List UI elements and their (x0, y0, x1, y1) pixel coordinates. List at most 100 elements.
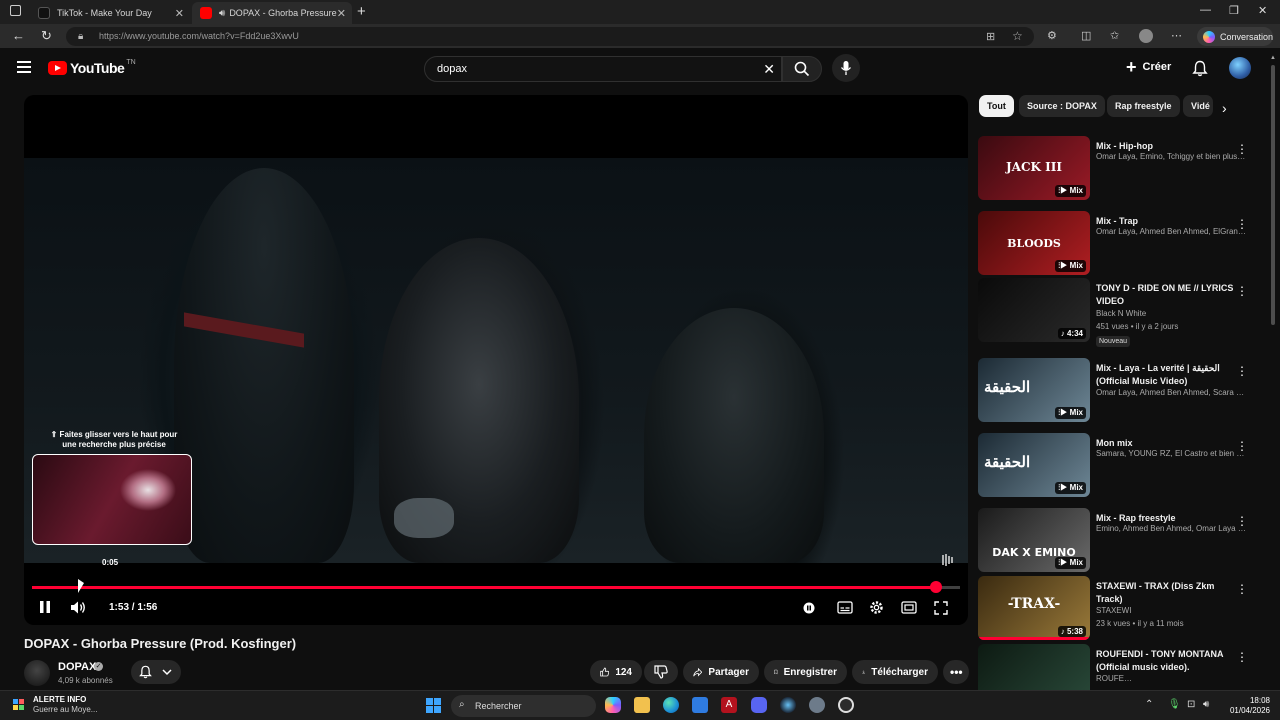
video-title[interactable]: Mix - Laya - La verité | الحقيقة (Offici… (1096, 362, 1236, 388)
download-button[interactable]: Télécharger (852, 660, 938, 684)
more-icon[interactable]: ⋯ (1171, 29, 1182, 42)
more-vertical-icon[interactable]: ⋮ (1236, 650, 1248, 664)
list-item[interactable]: ROUFENDI - TONY MONTANA (Official music … (978, 644, 1256, 690)
account-avatar[interactable] (1229, 57, 1251, 79)
file-explorer-icon[interactable] (634, 697, 650, 713)
chevron-up-icon[interactable]: ⌃ (1145, 699, 1153, 710)
menu-icon[interactable] (17, 61, 31, 73)
microphone-icon[interactable]: 🎙︎ (1168, 699, 1181, 710)
theater-mode-icon[interactable] (901, 601, 917, 614)
split-screen-icon[interactable]: ◫ (1081, 29, 1091, 42)
edge-browser-icon[interactable] (663, 697, 679, 713)
taskbar-search[interactable]: ⌕ Rechercher (451, 695, 596, 717)
search-input[interactable]: dopax ✕ (424, 56, 782, 82)
app-icon[interactable]: ⊞ (986, 30, 995, 43)
scroll-up-icon[interactable]: ▲ (1270, 55, 1276, 61)
app-icon[interactable] (838, 697, 854, 713)
close-icon[interactable]: ✕ (337, 7, 346, 20)
more-vertical-icon[interactable]: ⋮ (1236, 284, 1248, 298)
news-alert-icon[interactable] (12, 697, 26, 711)
create-button[interactable]: + Créer (1126, 58, 1171, 76)
settings-icon[interactable] (809, 697, 825, 713)
tab-youtube[interactable]: 🔊︎ DOPAX - Ghorba Pressure (P ✕ (192, 2, 352, 24)
more-vertical-icon[interactable]: ⋮ (1236, 217, 1248, 231)
more-vertical-icon[interactable]: ⋮ (1236, 364, 1248, 378)
more-vertical-icon[interactable]: ⋮ (1236, 142, 1248, 156)
more-vertical-icon[interactable]: ⋮ (1236, 582, 1248, 596)
list-item[interactable]: الحقيقة ⫶▶ Mix Mon mix Samara, YOUNG RZ, … (978, 433, 1256, 501)
scrollbar-thumb[interactable] (1271, 65, 1275, 325)
clear-search-icon[interactable]: ✕ (763, 61, 775, 78)
notifications-button[interactable] (1192, 60, 1208, 82)
page-scrollbar[interactable]: ▲ (1270, 55, 1276, 685)
video-title[interactable]: ROUFENDI - TONY MONTANA (Official music … (1096, 648, 1236, 674)
minimize-icon[interactable]: — (1200, 4, 1211, 16)
chip-source-dopax[interactable]: Source : DOPAX (1019, 95, 1105, 117)
volume-icon[interactable]: 🔊︎ (1203, 699, 1209, 710)
speaker-icon[interactable]: 🔊︎ (219, 8, 225, 19)
channel-watermark-icon[interactable] (940, 553, 954, 567)
settings-gear-icon[interactable] (869, 600, 884, 615)
more-vertical-icon[interactable]: ⋮ (1236, 439, 1248, 453)
windows-start-icon[interactable] (426, 698, 441, 713)
copilot-taskbar-icon[interactable] (605, 697, 621, 713)
steam-icon[interactable] (780, 697, 796, 713)
chip-videos[interactable]: Vidé (1183, 95, 1213, 117)
scrub-handle[interactable] (929, 581, 942, 593)
profile-icon[interactable] (1139, 29, 1153, 43)
refresh-icon[interactable]: ↻ (41, 28, 52, 44)
voice-search-button[interactable] (832, 54, 860, 82)
video-thumbnail[interactable]: الحقيقة ⫶▶ Mix (978, 358, 1090, 422)
channel-name[interactable]: DOPAX (58, 661, 96, 673)
video-thumbnail[interactable] (978, 644, 1090, 690)
taskbar-clock[interactable]: 18:08 01/04/2026 (1224, 696, 1270, 716)
youtube-logo[interactable]: YouTube TN (48, 59, 136, 76)
news-widget[interactable]: ALERTE INFO Guerre au Moye... (33, 695, 97, 715)
close-window-icon[interactable]: ✕ (1258, 4, 1267, 17)
list-item[interactable]: الحقيقة ⫶▶ Mix Mix - Laya - La verité | ا… (978, 358, 1256, 426)
back-icon[interactable]: ← (12, 28, 25, 43)
video-thumbnail[interactable]: -TRAX- ♪ 5:38 (978, 576, 1090, 640)
chip-all[interactable]: Tout (979, 95, 1014, 117)
progress-bar[interactable] (32, 581, 960, 593)
channel-avatar[interactable] (24, 660, 50, 686)
favorites-icon[interactable]: ✩ (1110, 29, 1119, 42)
maximize-icon[interactable]: ❐ (1229, 4, 1239, 17)
pause-icon[interactable] (39, 600, 51, 614)
favorite-star-icon[interactable]: ☆ (1012, 29, 1023, 43)
list-item[interactable]: JACK III ⫶▶ Mix Mix - Hip-hop Omar Laya, … (978, 136, 1256, 204)
more-vertical-icon[interactable]: ⋮ (1236, 514, 1248, 528)
chip-rap-freestyle[interactable]: Rap freestyle (1107, 95, 1180, 117)
new-tab-button[interactable]: + (357, 3, 366, 20)
share-button[interactable]: Partager (683, 660, 759, 684)
video-thumbnail[interactable]: DAK X EMINO ⫶▶ Mix (978, 508, 1090, 572)
subscription-bell-button[interactable] (131, 660, 181, 684)
list-item[interactable]: BLOODS ⫶▶ Mix Mix - Trap Omar Laya, Ahmed… (978, 211, 1256, 279)
fullscreen-icon[interactable] (934, 601, 948, 615)
video-title[interactable]: STAXEWI - TRAX (Diss Zkm Track) (1096, 580, 1236, 606)
store-icon[interactable] (692, 697, 708, 713)
video-thumbnail[interactable]: ♪ 4:34 (978, 278, 1090, 342)
volume-icon[interactable] (70, 600, 88, 615)
like-button[interactable]: 124 (590, 660, 642, 684)
extensions-icon[interactable]: ⚙ (1047, 29, 1057, 42)
network-icon[interactable]: ⊡ (1187, 699, 1195, 710)
more-actions-button[interactable]: ••• (943, 660, 969, 684)
tab-actions-icon[interactable] (10, 5, 21, 16)
video-thumbnail[interactable]: BLOODS ⫶▶ Mix (978, 211, 1090, 275)
discord-icon[interactable] (751, 697, 767, 713)
search-button[interactable] (782, 56, 822, 82)
video-thumbnail[interactable]: JACK III ⫶▶ Mix (978, 136, 1090, 200)
close-icon[interactable]: ✕ (175, 7, 184, 20)
copilot-button[interactable]: Conversation (1197, 27, 1273, 46)
list-item[interactable]: DAK X EMINO ⫶▶ Mix Mix - Rap freestyle Em… (978, 508, 1256, 576)
acrobat-icon[interactable]: A (721, 697, 737, 713)
save-button[interactable]: Enregistrer (764, 660, 847, 684)
video-thumbnail[interactable]: الحقيقة ⫶▶ Mix (978, 433, 1090, 497)
chevron-right-icon[interactable]: › (1222, 100, 1227, 116)
url-field[interactable]: 🔒︎ https://www.youtube.com/watch?v=Fdd2u… (66, 27, 1034, 46)
tab-tiktok[interactable]: TikTok - Make Your Day ✕ (30, 2, 190, 24)
list-item[interactable]: -TRAX- ♪ 5:38 STAXEWI - TRAX (Diss Zkm Tr… (978, 576, 1256, 644)
subtitles-icon[interactable] (837, 601, 853, 614)
dislike-button[interactable] (644, 660, 678, 684)
